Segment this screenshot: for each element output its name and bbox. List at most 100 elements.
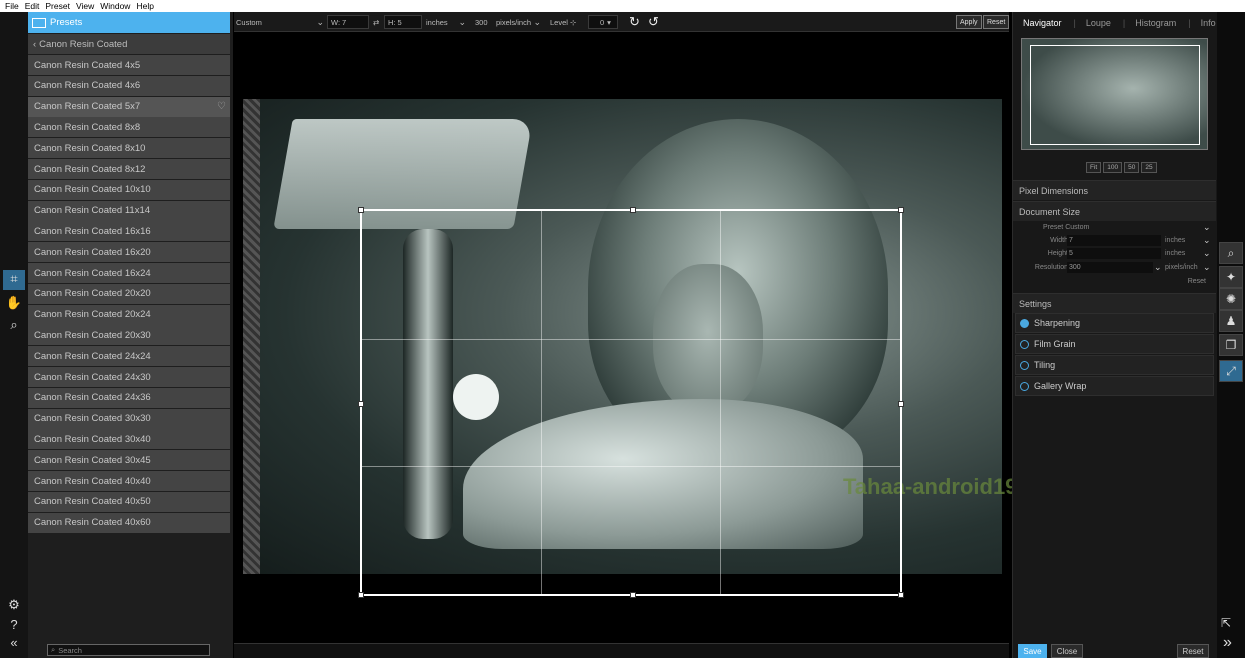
pixel-dimensions-header[interactable]: Pixel Dimensions — [1013, 180, 1216, 200]
crop-handle-bottom-right[interactable] — [898, 592, 904, 598]
ds-preset-row[interactable]: Preset Custom ⌄ — [1013, 222, 1216, 234]
effects-icon[interactable]: ✦ — [1219, 266, 1243, 288]
crop-handle-left[interactable] — [358, 401, 364, 407]
menu-edit[interactable]: Edit — [25, 1, 40, 11]
height-field[interactable]: H: 5 — [384, 15, 422, 29]
crop-handle-top-left[interactable] — [358, 207, 364, 213]
apply-button[interactable]: Apply — [956, 15, 982, 29]
browse-icon[interactable]: ⌕ — [1219, 242, 1243, 264]
navigator-view-box[interactable] — [1030, 45, 1200, 145]
ds-width-units[interactable]: inches — [1165, 237, 1185, 244]
presets-back-button[interactable]: ‹ Canon Resin Coated — [28, 34, 230, 54]
hand-tool-icon[interactable]: ✋ — [3, 294, 25, 314]
gear-icon[interactable]: ⚙ — [3, 596, 25, 616]
preset-item[interactable]: Canon Resin Coated 30x30 — [28, 408, 230, 429]
rotate-left-icon[interactable]: ↻ — [629, 14, 640, 29]
preset-item[interactable]: Canon Resin Coated 16x20 — [28, 242, 230, 263]
preset-item[interactable]: Canon Resin Coated 10x10 — [28, 179, 230, 200]
preset-item[interactable]: Canon Resin Coated 8x12 — [28, 159, 230, 179]
ds-resolution-field[interactable]: 300 — [1067, 262, 1153, 273]
preset-item[interactable]: Canon Resin Coated 5x7 ♡ — [28, 96, 230, 117]
adjust-icon[interactable]: ✺ — [1219, 288, 1243, 310]
circle-icon[interactable] — [1020, 360, 1029, 370]
ds-height-units[interactable]: inches — [1165, 250, 1185, 257]
preset-item[interactable]: Canon Resin Coated 40x60 — [28, 512, 230, 533]
portrait-icon[interactable]: ♟ — [1219, 310, 1243, 332]
tab-info[interactable]: Info — [1201, 18, 1216, 28]
checked-circle-icon[interactable] — [1020, 318, 1029, 328]
tab-navigator[interactable]: Navigator — [1023, 18, 1062, 28]
preset-item[interactable]: Canon Resin Coated 20x24 — [28, 304, 230, 325]
export-icon[interactable]: ⇱ — [1221, 616, 1231, 630]
ds-reset-link[interactable]: Reset — [1188, 278, 1206, 285]
zoom-100-button[interactable]: 100 — [1103, 162, 1123, 173]
help-icon[interactable]: ? — [3, 616, 25, 636]
ds-width-field[interactable]: 7 — [1067, 235, 1161, 246]
zoom-50-button[interactable]: 50 — [1124, 162, 1140, 173]
preset-item[interactable]: Canon Resin Coated 4x5 — [28, 55, 230, 75]
width-field[interactable]: W: 7 — [327, 15, 369, 29]
presets-header[interactable]: Presets — [28, 12, 230, 33]
layers-icon[interactable]: ❐ — [1219, 334, 1243, 356]
crop-handle-bottom-left[interactable] — [358, 592, 364, 598]
footer-reset-button[interactable]: Reset — [1177, 644, 1209, 658]
navigator-thumbnail[interactable] — [1021, 38, 1208, 150]
preset-item[interactable]: Canon Resin Coated 20x30 — [28, 325, 230, 346]
preset-item[interactable]: Canon Resin Coated 40x40 — [28, 471, 230, 491]
crop-handle-top[interactable] — [630, 207, 636, 213]
preset-item[interactable]: Canon Resin Coated 24x24 — [28, 346, 230, 367]
tab-histogram[interactable]: Histogram — [1135, 18, 1176, 28]
crop-tool-icon[interactable]: ⌗ — [3, 270, 25, 290]
resize-icon[interactable]: ⤢ — [1219, 360, 1243, 382]
preset-item[interactable]: Canon Resin Coated 16x24 — [28, 263, 230, 283]
crop-box[interactable] — [358, 207, 904, 598]
preset-item[interactable]: Canon Resin Coated 16x16 — [28, 221, 230, 242]
zoom-tool-icon[interactable]: ⌕ — [3, 316, 25, 336]
preset-item[interactable]: Canon Resin Coated 4x6 — [28, 75, 230, 96]
ds-resolution-units[interactable]: pixels/inch — [1165, 264, 1198, 271]
preset-item[interactable]: Canon Resin Coated 40x50 — [28, 491, 230, 512]
preset-item[interactable]: Canon Resin Coated 20x20 — [28, 283, 230, 304]
preset-select[interactable]: Custom ⌄ — [236, 15, 324, 29]
res-units-select[interactable]: pixels/inch ⌄ — [496, 15, 541, 29]
setting-row[interactable]: Gallery Wrap — [1015, 376, 1214, 396]
menu-window[interactable]: Window — [100, 1, 130, 11]
preset-item[interactable]: Canon Resin Coated 24x36 — [28, 387, 230, 408]
menu-view[interactable]: View — [76, 1, 94, 11]
search-input[interactable]: ⌕ Search — [47, 644, 210, 656]
level-field[interactable]: 0 ▾ — [588, 15, 618, 29]
settings-header[interactable]: Settings — [1013, 293, 1216, 313]
document-size-header[interactable]: Document Size — [1013, 201, 1216, 221]
favorite-heart-icon[interactable]: ♡ — [217, 101, 226, 112]
preset-item[interactable]: Canon Resin Coated 30x40 — [28, 429, 230, 450]
preset-item[interactable]: Canon Resin Coated 11x14 — [28, 200, 230, 221]
circle-icon[interactable] — [1020, 381, 1029, 391]
preset-item[interactable]: Canon Resin Coated 24x30 — [28, 367, 230, 387]
crop-handle-right[interactable] — [898, 401, 904, 407]
setting-row[interactable]: Sharpening — [1015, 313, 1214, 333]
preset-item[interactable]: Canon Resin Coated 30x45 — [28, 450, 230, 471]
tab-loupe[interactable]: Loupe — [1086, 18, 1111, 28]
zoom-fit-button[interactable]: Fit — [1086, 162, 1102, 173]
level-button[interactable]: Level ⊹ — [550, 15, 576, 29]
preset-item[interactable]: Canon Resin Coated 8x10 — [28, 138, 230, 159]
menu-file[interactable]: File — [5, 1, 19, 11]
swap-icon[interactable]: ⇄ — [373, 15, 383, 29]
zoom-25-button[interactable]: 25 — [1141, 162, 1157, 173]
circle-icon[interactable] — [1020, 339, 1029, 349]
crop-handle-top-right[interactable] — [898, 207, 904, 213]
units-select[interactable]: inches ⌄ — [426, 15, 466, 29]
save-button[interactable]: Save — [1018, 644, 1047, 658]
menu-help[interactable]: Help — [136, 1, 153, 11]
rotate-right-icon[interactable]: ↺ — [648, 14, 659, 29]
preset-item[interactable]: Canon Resin Coated 8x8 — [28, 117, 230, 138]
reset-button[interactable]: Reset — [983, 15, 1010, 29]
setting-row[interactable]: Tiling — [1015, 355, 1214, 375]
setting-row[interactable]: Film Grain — [1015, 334, 1214, 354]
resolution-value[interactable]: 300 — [475, 15, 488, 29]
crop-handle-bottom[interactable] — [630, 592, 636, 598]
ds-height-field[interactable]: 5 — [1067, 248, 1161, 259]
menu-preset[interactable]: Preset — [45, 1, 70, 11]
collapse-left-icon[interactable]: « — [3, 634, 25, 654]
close-button[interactable]: Close — [1051, 644, 1083, 658]
